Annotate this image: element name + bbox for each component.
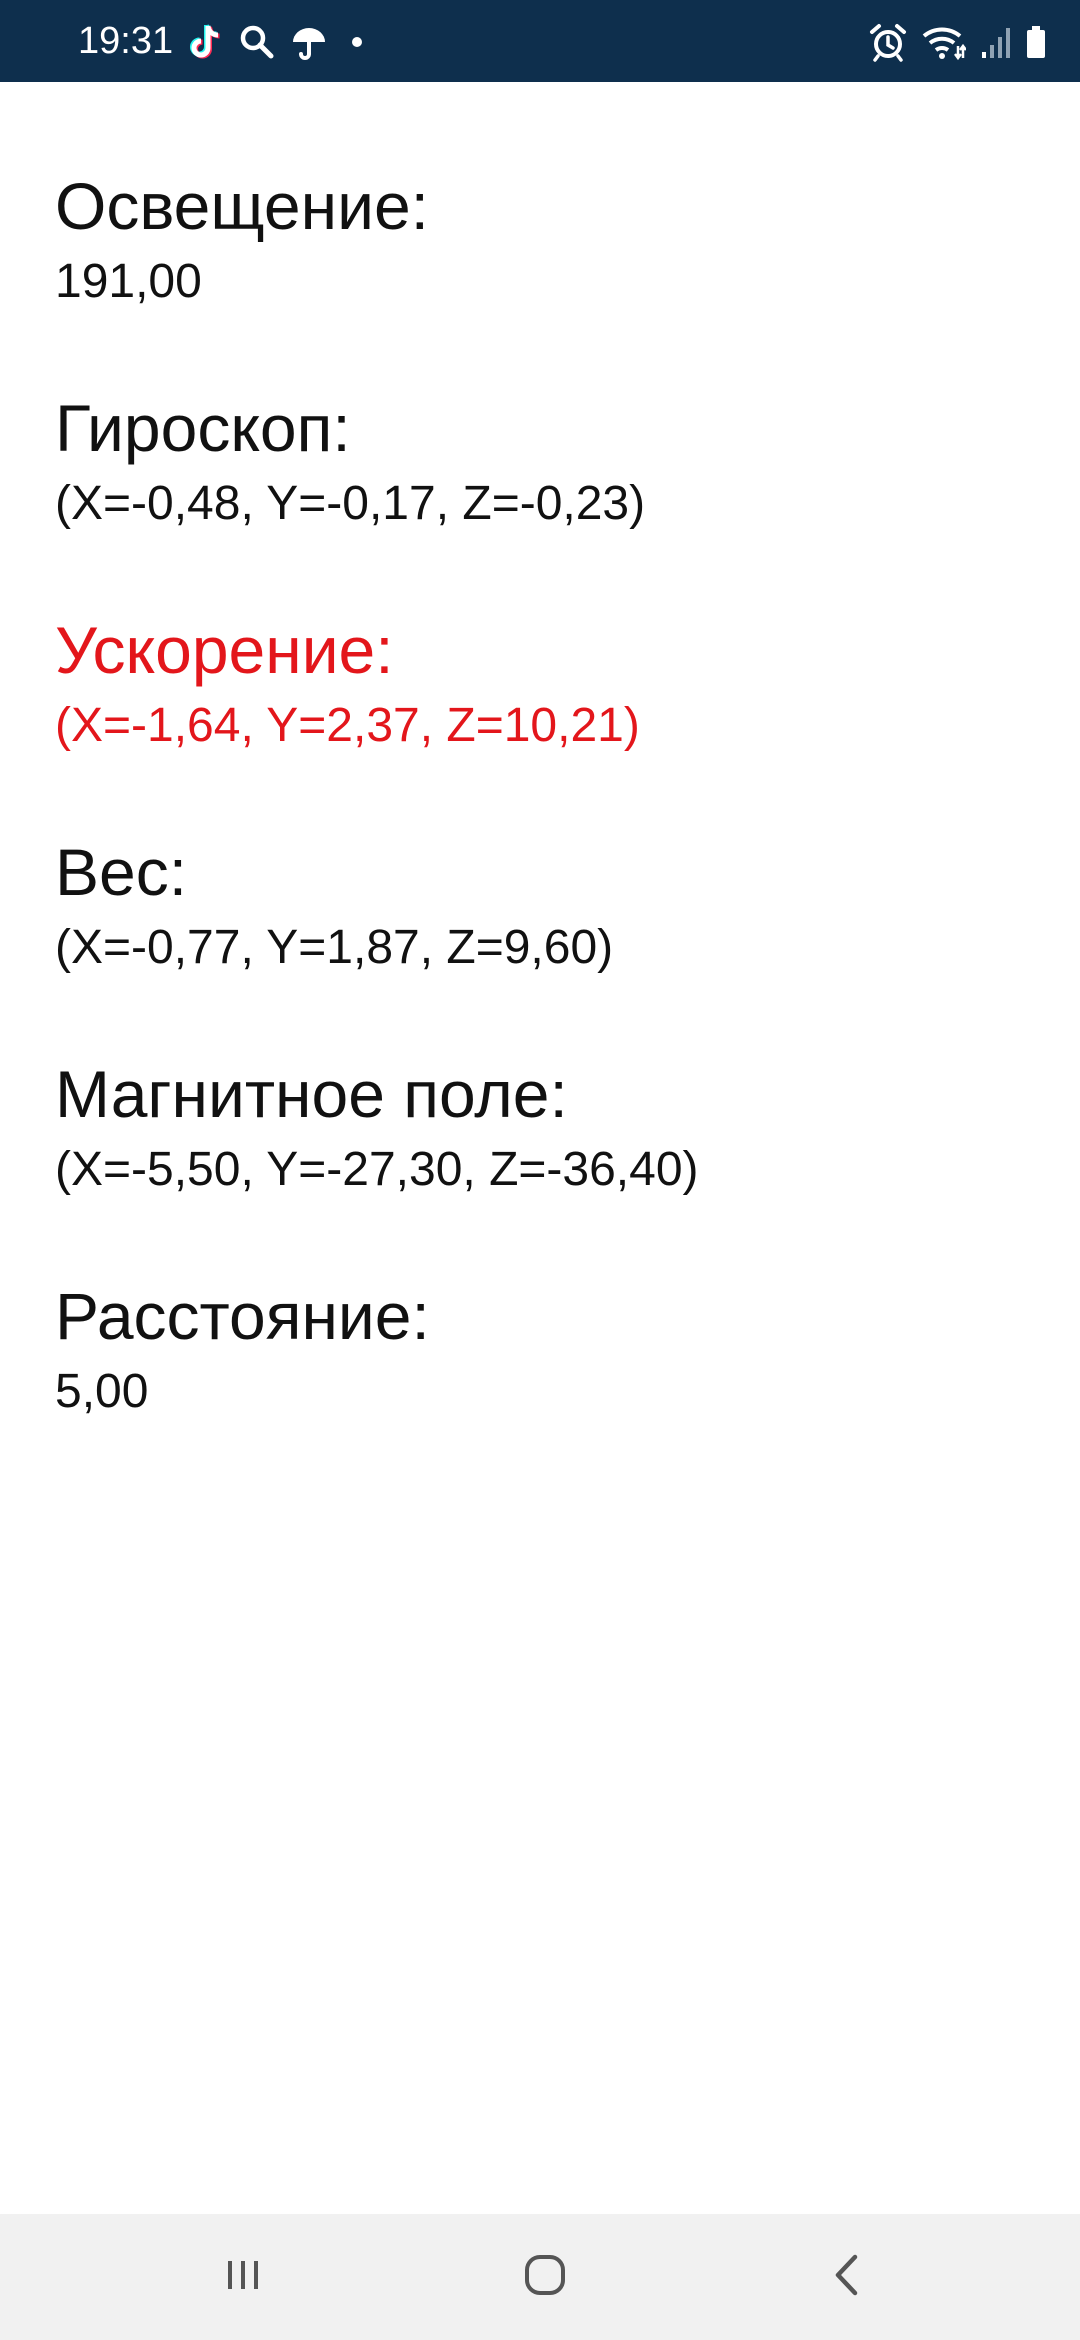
back-icon	[824, 2251, 872, 2304]
recents-button[interactable]	[203, 2244, 283, 2310]
sensor-value: (X=-1,64, Y=2,37, Z=10,21)	[55, 699, 640, 752]
sensor-value: 191,00	[55, 255, 202, 308]
sensor-list: Освещение: 191,00 Гироскоп: (X=-0,48, Y=…	[55, 170, 1035, 1502]
sensor-value: (X=-5,50, Y=-27,30, Z=-36,40)	[55, 1143, 699, 1196]
sensor-light: Освещение: 191,00	[55, 170, 1035, 310]
sensor-magnetic-field: Магнитное поле: (X=-5,50, Y=-27,30, Z=-3…	[55, 1058, 1035, 1198]
home-icon	[521, 2251, 569, 2304]
status-time: 19:31	[78, 20, 174, 62]
sensor-label: Освещение:	[55, 169, 429, 243]
recents-icon	[219, 2251, 267, 2304]
search-icon	[238, 22, 276, 62]
sensor-value: (X=-0,48, Y=-0,17, Z=-0,23)	[55, 477, 646, 530]
battery-icon	[1024, 22, 1048, 62]
status-bar: 19:31	[0, 0, 1080, 82]
sensor-weight: Вес: (X=-0,77, Y=1,87, Z=9,60)	[55, 836, 1035, 976]
sensor-acceleration: Ускорение: (X=-1,64, Y=2,37, Z=10,21)	[55, 614, 1035, 754]
navigation-bar	[0, 2214, 1080, 2340]
sensor-gyroscope: Гироскоп: (X=-0,48, Y=-0,17, Z=-0,23)	[55, 392, 1035, 532]
back-button[interactable]	[808, 2244, 888, 2310]
sensor-label: Расстояние:	[55, 1279, 430, 1353]
sensor-label: Ускорение:	[55, 613, 394, 687]
sensor-label: Гироскоп:	[55, 391, 351, 465]
sensor-label: Вес:	[55, 835, 188, 909]
notification-dot-icon	[352, 37, 362, 47]
sensor-value: 5,00	[55, 1365, 149, 1418]
sensor-value: (X=-0,77, Y=1,87, Z=9,60)	[55, 921, 614, 974]
tiktok-icon	[186, 22, 224, 62]
status-notification-icons	[186, 20, 362, 64]
wifi-icon	[922, 22, 966, 62]
screen: 19:31 Освещение: 191,00 Гироскоп: (X=-0,…	[0, 0, 1080, 2340]
sensor-distance: Расстояние: 5,00	[55, 1280, 1035, 1420]
home-button[interactable]	[505, 2244, 585, 2310]
signal-icon	[980, 22, 1010, 62]
umbrella-icon	[290, 22, 328, 62]
status-system-icons	[868, 20, 1048, 64]
sensor-label: Магнитное поле:	[55, 1057, 568, 1131]
alarm-icon	[868, 22, 908, 62]
